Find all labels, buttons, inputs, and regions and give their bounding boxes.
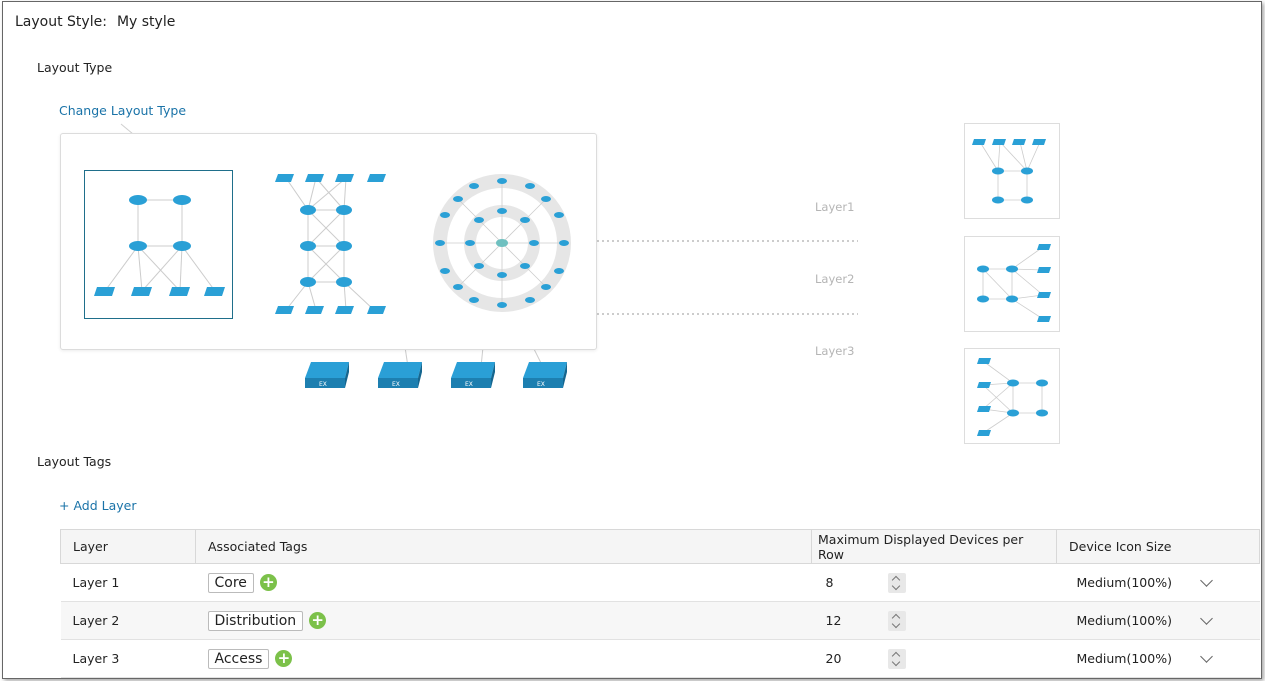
tags-cell: Distribution + xyxy=(195,601,812,640)
tag-chip[interactable]: Access xyxy=(207,648,270,669)
orientation-top-down-thumbnail[interactable] xyxy=(964,123,1060,219)
layer-3-diagram-label: Layer3 xyxy=(815,344,855,358)
svg-text:EX: EX xyxy=(537,381,545,388)
column-header-max-devices: Maximum Displayed Devices per Row xyxy=(811,529,1057,564)
icon-size-select[interactable]: Medium(100%) xyxy=(1077,613,1172,628)
layer-name-cell: Layer 1 xyxy=(60,563,196,602)
svg-text:EX: EX xyxy=(465,381,473,388)
layout-type-popup xyxy=(60,133,597,350)
icon-size-cell[interactable]: Medium(100%) xyxy=(1056,563,1260,602)
table-row: Layer 3 Access + 20 Medium(100%) xyxy=(60,639,1260,678)
icon-size-select[interactable]: Medium(100%) xyxy=(1077,575,1172,590)
layout-option-circular[interactable] xyxy=(429,170,575,316)
stepper-icon[interactable] xyxy=(887,648,906,669)
orientation-left-right-thumbnail[interactable] xyxy=(964,236,1060,332)
svg-text:EX: EX xyxy=(392,381,400,388)
column-header-associated-tags: Associated Tags xyxy=(195,529,812,564)
right-left-layout-icon xyxy=(977,358,1048,436)
layer-name-cell: Layer 3 xyxy=(60,639,196,678)
stepper-icon[interactable] xyxy=(887,610,906,631)
icon-size-cell[interactable]: Medium(100%) xyxy=(1056,639,1260,678)
table-row: Layer 1 Core + 8 Medium(100%) xyxy=(60,563,1260,602)
add-tag-icon[interactable]: + xyxy=(275,650,293,667)
access-switch-icons: EX EX EX EX xyxy=(305,362,567,388)
stepper-icon[interactable] xyxy=(887,572,906,593)
table-row: Layer 2 Distribution + 12 Medium(100%) xyxy=(60,601,1260,640)
orientation-right-left-thumbnail[interactable] xyxy=(964,348,1060,444)
column-header-icon-size: Device Icon Size xyxy=(1056,529,1260,564)
tags-cell: Core + xyxy=(195,563,812,602)
max-devices-value[interactable]: 8 xyxy=(826,575,840,590)
add-tag-icon[interactable]: + xyxy=(309,612,327,629)
layout-style-panel: Layout Style: My style Layout Type Change… xyxy=(2,1,1262,679)
layer-2-diagram-label: Layer2 xyxy=(815,272,855,286)
column-header-layer: Layer xyxy=(60,529,196,564)
tag-chip[interactable]: Core xyxy=(207,572,254,593)
max-devices-value[interactable]: 12 xyxy=(826,613,842,628)
tag-chip[interactable]: Distribution xyxy=(207,610,304,631)
left-right-layout-icon xyxy=(977,244,1051,322)
svg-text:EX: EX xyxy=(319,381,327,388)
tiered-layout-icon xyxy=(275,174,386,314)
layout-option-tiered[interactable] xyxy=(266,170,396,317)
layer-name-cell: Layer 2 xyxy=(60,601,196,640)
top-down-layout-icon xyxy=(972,139,1046,204)
layout-tags-title: Layout Tags xyxy=(37,454,112,469)
max-devices-value[interactable]: 20 xyxy=(826,651,842,666)
chevron-down-icon[interactable] xyxy=(1200,612,1213,625)
max-devices-cell: 8 xyxy=(811,563,1057,602)
chevron-down-icon[interactable] xyxy=(1200,574,1213,587)
tags-cell: Access + xyxy=(195,639,812,678)
layout-option-hierarchical[interactable] xyxy=(84,170,233,319)
table-header-row: Layer Associated Tags Maximum Displayed … xyxy=(60,529,1260,564)
layer-table: Layer Associated Tags Maximum Displayed … xyxy=(60,529,1260,678)
circular-layout-icon xyxy=(433,174,571,312)
max-devices-cell: 20 xyxy=(811,639,1057,678)
hierarchical-layout-icon xyxy=(94,195,225,296)
layer-1-diagram-label: Layer1 xyxy=(815,200,855,214)
icon-size-cell[interactable]: Medium(100%) xyxy=(1056,601,1260,640)
max-devices-cell: 12 xyxy=(811,601,1057,640)
chevron-down-icon[interactable] xyxy=(1200,650,1213,663)
add-tag-icon[interactable]: + xyxy=(259,574,277,591)
icon-size-select[interactable]: Medium(100%) xyxy=(1077,651,1172,666)
add-layer-link[interactable]: + Add Layer xyxy=(59,498,136,513)
